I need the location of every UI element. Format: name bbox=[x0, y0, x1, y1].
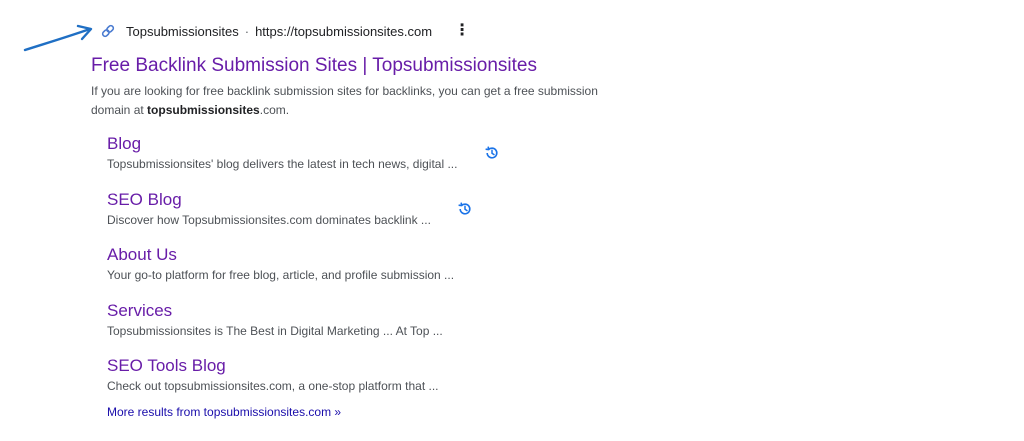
result-title-link[interactable]: Free Backlink Submission Sites | Topsubm… bbox=[91, 55, 537, 77]
history-icon[interactable] bbox=[484, 145, 500, 161]
site-url: https://topsubmissionsites.com bbox=[255, 23, 433, 39]
sitelink-description: Check out topsubmissionsites.com, a one-… bbox=[107, 379, 439, 393]
sitelink-title[interactable]: About Us bbox=[107, 244, 457, 266]
sitelink-services: Services Topsubmissionsites is The Best … bbox=[107, 300, 457, 356]
sitelink-description: Topsubmissionsites is The Best in Digita… bbox=[107, 323, 443, 338]
sitelink-about-us: About Us Your go-to platform for free bl… bbox=[107, 244, 457, 300]
sitelink-title[interactable]: Services bbox=[107, 300, 457, 322]
result-snippet: If you are looking for free backlink sub… bbox=[91, 82, 611, 120]
history-icon[interactable] bbox=[457, 201, 473, 217]
result-site-header[interactable]: Topsubmissionsites · https://topsubmissi… bbox=[98, 21, 470, 41]
sitelink-description: Your go-to platform for free blog, artic… bbox=[107, 268, 455, 282]
sitelink-title[interactable]: SEO Blog bbox=[107, 189, 457, 211]
snippet-suffix: .com. bbox=[259, 103, 290, 117]
snippet-bold: topsubmissionsites bbox=[147, 103, 260, 117]
annotation-arrow-icon bbox=[23, 24, 93, 52]
sitelinks: Blog Topsubmissionsites' blog delivers t… bbox=[107, 133, 498, 411]
sitelink-description: Discover how Topsubmissionsites.com domi… bbox=[107, 212, 431, 227]
sitelink-seo-blog: SEO Blog Discover how Topsubmissionsites… bbox=[107, 189, 471, 245]
sitelink-blog: Blog Topsubmissionsites' blog delivers t… bbox=[107, 133, 498, 189]
separator: · bbox=[244, 23, 250, 39]
site-name: Topsubmissionsites bbox=[126, 23, 239, 39]
sitelink-title[interactable]: SEO Tools Blog bbox=[107, 355, 457, 377]
more-results-link[interactable]: More results from topsubmissionsites.com… bbox=[107, 405, 341, 419]
link-favicon-icon bbox=[98, 21, 118, 41]
more-options-icon[interactable]: ⋮ bbox=[454, 23, 470, 39]
sitelink-description: Topsubmissionsites' blog delivers the la… bbox=[107, 157, 458, 171]
sitelink-title[interactable]: Blog bbox=[107, 133, 457, 155]
sitelink-seo-tools-blog: SEO Tools Blog Check out topsubmissionsi… bbox=[107, 355, 457, 411]
